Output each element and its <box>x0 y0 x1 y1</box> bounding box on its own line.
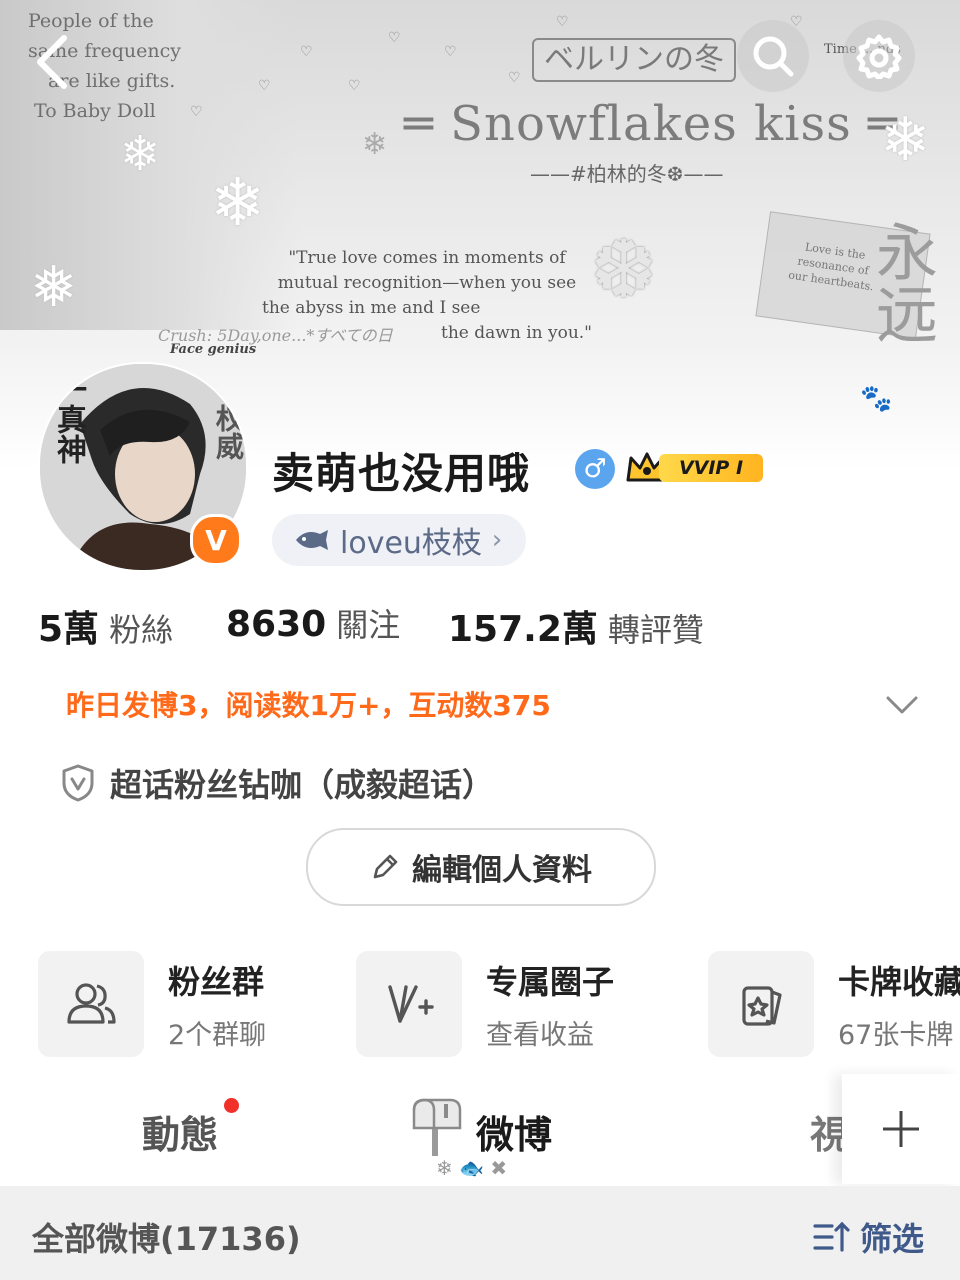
stat-followers[interactable]: 5萬 粉絲 <box>38 600 173 652</box>
vvip-label: VVIP I <box>659 454 763 482</box>
snowflake-icon: ❅ <box>30 255 77 320</box>
feature-card-collection[interactable]: 卡牌收藏 67张卡牌 <box>708 950 960 1058</box>
paw-icon: 🐾 <box>860 384 893 414</box>
unread-dot <box>224 1098 239 1113</box>
fish-icon <box>296 530 328 550</box>
back-arrow-icon <box>37 35 67 89</box>
feature-texts: 专属圈子 查看收益 <box>486 957 614 1052</box>
heart-icon: ♡ <box>556 14 569 30</box>
feature-texts: 粉丝群 2个群聊 <box>168 957 266 1052</box>
settings-button[interactable] <box>843 20 915 92</box>
fan-group-pill[interactable]: loveu枝枝 › <box>272 514 527 566</box>
feature-fan-group[interactable]: 粉丝群 2个群聊 <box>38 950 266 1058</box>
heart-icon: ♡ <box>300 44 313 60</box>
heart-icon: ♡ <box>348 78 361 94</box>
content-tabs: 動態 微博 ❄ 🐟 ✖ 視 <box>0 1080 960 1186</box>
quote-line: the abyss in me and I see <box>262 298 481 318</box>
fan-pill-label: loveu枝枝 <box>340 526 482 561</box>
search-icon <box>753 36 794 77</box>
stat-number: 5萬 <box>38 609 100 650</box>
feature-subtitle: 查看收益 <box>486 1019 594 1051</box>
banner-jp-title: ベルリンの冬 <box>532 38 736 82</box>
verified-badge: V <box>190 514 242 566</box>
stat-following[interactable]: 8630 關注 <box>226 600 400 646</box>
search-button[interactable] <box>737 20 809 92</box>
banner-subtitle-text: #柏林的冬 <box>570 162 667 186</box>
banner-title-rule: ═ <box>404 96 451 152</box>
feature-icon-box <box>38 951 144 1057</box>
feature-icon-box <box>708 951 814 1057</box>
plus-icon <box>883 1111 919 1147</box>
username: 卖萌也没用哦 <box>272 449 531 498</box>
snowflake-icon: ❄ <box>880 105 931 175</box>
avatar-side-text-left: 唯一真神 <box>51 362 86 464</box>
avatar-side-text-right: 权威 <box>212 404 245 460</box>
mailbox-icon <box>410 1096 462 1158</box>
heart-icon: ♡ <box>444 44 457 60</box>
snowflake-icon: ❆ <box>590 223 658 316</box>
yesterday-summary[interactable]: 昨日发博3，阅读数1万+，互动数375 <box>66 684 551 724</box>
banner-title-text: Snowflakes kiss <box>450 96 852 152</box>
shield-icon <box>62 764 94 802</box>
male-gender-icon: ♂ <box>575 449 615 489</box>
heart-icon: ♡ <box>258 78 271 94</box>
mailbox-drawing <box>412 1098 462 1156</box>
quote-line: "True love comes in moments of <box>288 248 566 268</box>
feature-texts: 卡牌收藏 67张卡牌 <box>838 957 960 1052</box>
tab-decoration-icons: ❄ 🐟 ✖ <box>436 1156 508 1180</box>
group-icon <box>67 983 116 1024</box>
stat-label: 關注 <box>336 606 401 644</box>
banner-line: To Baby Doll <box>34 100 156 122</box>
snowflake-icon: ❄ <box>362 127 388 162</box>
filter-button[interactable]: 筛选 <box>812 1214 924 1260</box>
banner-face-line: Face genius <box>170 342 257 357</box>
chevron-down-icon <box>886 696 918 714</box>
feature-title: 粉丝群 <box>168 962 265 1001</box>
edit-profile-button[interactable]: 編輯個人資料 <box>306 828 656 906</box>
feature-title: 专属圈子 <box>486 962 615 1001</box>
card-icon <box>742 986 782 1026</box>
tab-dynamic[interactable]: 動態 <box>142 1104 218 1159</box>
heart-icon: ♡ <box>388 30 401 46</box>
stat-label: 粉絲 <box>109 611 174 649</box>
tab-weibo[interactable]: 微博 <box>476 1104 552 1159</box>
all-weibo-count[interactable]: 全部微博(17136) <box>32 1214 301 1260</box>
banner-title: ═ Snowflakes kiss ═ <box>404 96 898 152</box>
banner-kanji: 永远 <box>865 220 938 344</box>
super-topic-label: 超话粉丝钻咖（成毅超话） <box>110 766 495 804</box>
feature-subtitle: 67张卡牌 <box>838 1019 954 1051</box>
circle-v-icon <box>388 985 434 1023</box>
quote-line: mutual recognition—when you see <box>277 273 577 293</box>
pencil-icon <box>373 854 398 879</box>
heart-icon: ♡ <box>508 70 521 86</box>
gear-icon <box>856 34 902 79</box>
snowflake-icon: ❄ <box>120 126 161 182</box>
feature-exclusive-circle[interactable]: 专属圈子 查看收益 <box>356 950 614 1058</box>
feature-subtitle: 2个群聊 <box>168 1019 267 1051</box>
filter-label: 筛选 <box>860 1220 925 1258</box>
stat-label: 轉評贊 <box>607 611 704 649</box>
vvip-badge[interactable]: VVIP I <box>625 450 767 486</box>
heart-icon: ♡ <box>190 104 203 120</box>
snowflake-icon: ❄ <box>210 164 266 241</box>
stat-number: 157.2萬 <box>448 609 598 650</box>
feature-icon-box <box>356 951 462 1057</box>
chevron-right-icon: › <box>491 525 503 555</box>
edit-profile-label: 編輯個人資料 <box>412 853 592 888</box>
expand-button[interactable] <box>884 690 920 718</box>
stat-interactions[interactable]: 157.2萬 轉評贊 <box>448 600 704 652</box>
add-tab-button[interactable] <box>842 1074 960 1184</box>
feature-title: 卡牌收藏 <box>838 962 960 1001</box>
filter-icon <box>813 1221 850 1252</box>
stat-number: 8630 <box>226 604 327 645</box>
banner-subtitle: ——#柏林的冬❆—— <box>530 162 724 186</box>
super-topic-row[interactable]: 超话粉丝钻咖（成毅超话） <box>60 760 494 806</box>
back-button[interactable] <box>26 20 86 100</box>
